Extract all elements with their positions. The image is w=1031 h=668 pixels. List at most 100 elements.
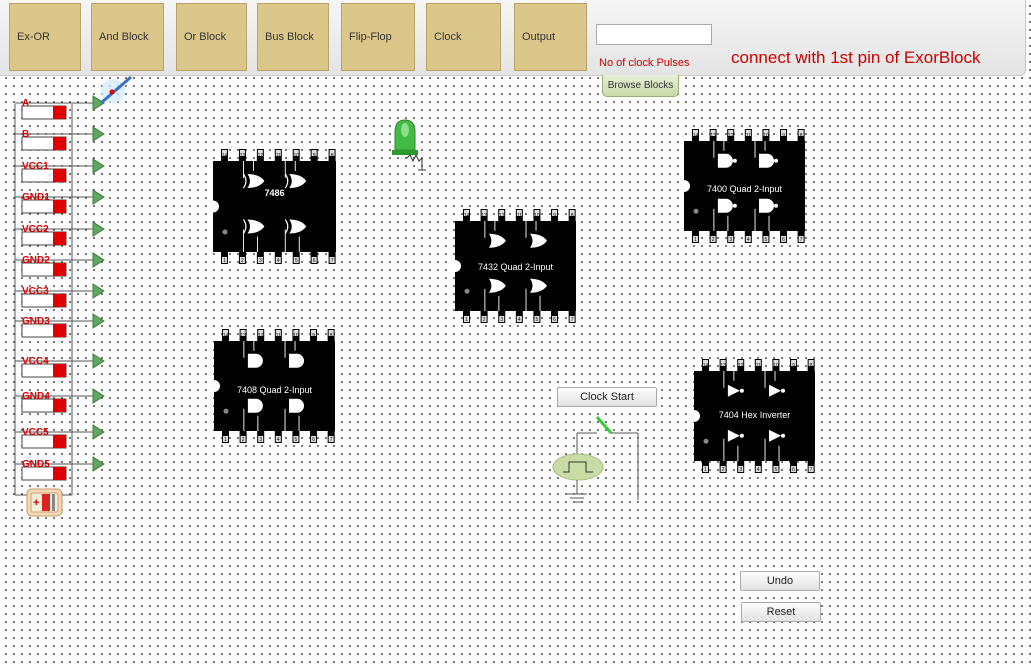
- chip-pin[interactable]: 4: [274, 431, 282, 443]
- chip-pin[interactable]: 1: [221, 252, 228, 264]
- switch-knob[interactable]: [53, 399, 66, 412]
- chip-pin[interactable]: 13: [719, 359, 727, 371]
- pin-number: 8: [331, 153, 334, 159]
- switch-knob[interactable]: [53, 364, 66, 377]
- pin-number: 14: [693, 133, 699, 139]
- chip-pin[interactable]: 7: [797, 231, 805, 243]
- chip-pin[interactable]: 13: [709, 129, 717, 141]
- chip-pin[interactable]: 12: [727, 129, 735, 141]
- switch-knob[interactable]: [53, 232, 66, 245]
- chip-pin[interactable]: 4: [744, 231, 752, 243]
- chip-pin[interactable]: 9: [551, 209, 559, 221]
- chip-pin[interactable]: 3: [727, 231, 735, 243]
- chip-pin[interactable]: 3: [498, 311, 506, 323]
- switch-knob[interactable]: [53, 263, 66, 276]
- switch-knob[interactable]: [53, 137, 66, 150]
- chip-pin[interactable]: 2: [480, 311, 488, 323]
- chip-pin[interactable]: 5: [762, 231, 770, 243]
- chip-pin[interactable]: 8: [327, 329, 335, 341]
- chip-pin[interactable]: 14: [222, 329, 229, 341]
- chip-pin[interactable]: 11: [744, 129, 752, 141]
- chip-pin[interactable]: 6: [310, 431, 318, 443]
- chip-pin[interactable]: 14: [463, 209, 470, 221]
- chip-pin[interactable]: 14: [692, 129, 699, 141]
- chip-pin[interactable]: 2: [719, 461, 727, 473]
- chip-pin[interactable]: 13: [239, 329, 247, 341]
- chip-pin[interactable]: 14: [221, 149, 228, 161]
- chip-pin[interactable]: 5: [292, 252, 300, 264]
- chip-pin[interactable]: 10: [292, 329, 300, 341]
- pin-number: 14: [464, 213, 470, 219]
- chip-pin[interactable]: 8: [807, 359, 815, 371]
- chip-pin[interactable]: 7: [807, 461, 815, 473]
- chip-pin[interactable]: 11: [274, 329, 282, 341]
- chip-pin[interactable]: 6: [790, 461, 798, 473]
- chip-pin[interactable]: 4: [515, 311, 523, 323]
- chip-pin[interactable]: 8: [568, 209, 576, 221]
- chip-pin[interactable]: 8: [328, 149, 336, 161]
- pin-number: 13: [240, 333, 246, 339]
- chip-pin[interactable]: 7: [328, 252, 336, 264]
- chip-pin[interactable]: 5: [533, 311, 541, 323]
- chip-pin[interactable]: 1: [463, 311, 470, 323]
- chip-0[interactable]: 14 1 13 2 12 3 11 4 10 5 9 6 8 7: [207, 149, 336, 264]
- undo-button[interactable]: Undo: [740, 571, 820, 591]
- chip-pin[interactable]: 10: [292, 149, 300, 161]
- chip-pin[interactable]: 3: [737, 461, 745, 473]
- chip-pin[interactable]: 10: [762, 129, 770, 141]
- clock-generator[interactable]: [552, 416, 639, 503]
- switch-knob[interactable]: [53, 169, 66, 182]
- chip-pin[interactable]: 14: [702, 359, 709, 371]
- pin-number: 13: [710, 133, 716, 139]
- switch-knob[interactable]: [53, 435, 66, 448]
- chip-pin[interactable]: 9: [780, 129, 788, 141]
- chip-pin[interactable]: 12: [257, 329, 265, 341]
- switch-knob[interactable]: [53, 200, 66, 213]
- switch-knob[interactable]: [53, 467, 66, 480]
- chip-pin[interactable]: 10: [772, 359, 780, 371]
- chip-pin[interactable]: 11: [515, 209, 523, 221]
- led-icon[interactable]: [392, 119, 426, 171]
- chip-pin[interactable]: 11: [274, 149, 282, 161]
- chip-pin[interactable]: 12: [498, 209, 506, 221]
- chip-pin[interactable]: 9: [310, 149, 318, 161]
- chip-pin[interactable]: 13: [238, 149, 246, 161]
- chip-pin[interactable]: 9: [310, 329, 318, 341]
- chip-pin[interactable]: 6: [780, 231, 788, 243]
- chip-pin[interactable]: 13: [480, 209, 488, 221]
- chip-pin[interactable]: 12: [737, 359, 745, 371]
- chip-pin[interactable]: 1: [692, 231, 699, 243]
- chip-pin[interactable]: 11: [754, 359, 762, 371]
- pin-number: 6: [312, 437, 315, 443]
- pin-number: 9: [312, 333, 315, 339]
- wire-tool-icon[interactable]: [100, 75, 132, 105]
- chip-pin[interactable]: 1: [222, 431, 229, 443]
- chip-pin[interactable]: 3: [257, 431, 265, 443]
- chip-pin[interactable]: 6: [551, 311, 559, 323]
- chip-pin[interactable]: 7: [568, 311, 576, 323]
- battery-icon[interactable]: +: [26, 488, 63, 517]
- chip-pin[interactable]: 5: [772, 461, 780, 473]
- chip-pin[interactable]: 2: [239, 431, 247, 443]
- chip-pin[interactable]: 5: [292, 431, 300, 443]
- chip-pin[interactable]: 8: [797, 129, 805, 141]
- chip-pin[interactable]: 9: [790, 359, 798, 371]
- chip-pin[interactable]: 2: [709, 231, 717, 243]
- chip-pin[interactable]: 4: [754, 461, 762, 473]
- switch-knob[interactable]: [53, 106, 66, 119]
- switch-knob[interactable]: [53, 294, 66, 307]
- chip-pin[interactable]: 1: [702, 461, 709, 473]
- chip-pin[interactable]: 10: [533, 209, 541, 221]
- pin-number: 9: [313, 153, 316, 159]
- chip-pin[interactable]: 6: [310, 252, 318, 264]
- pin-number: 10: [534, 213, 540, 219]
- chip-pin[interactable]: 12: [256, 149, 264, 161]
- chip-layer: 1411321231141059687141132123114105968714…: [207, 129, 815, 473]
- chip-pin[interactable]: 7: [327, 431, 335, 443]
- switch-knob[interactable]: [53, 324, 66, 337]
- reset-button[interactable]: Reset: [741, 602, 821, 622]
- chip-pin[interactable]: 3: [256, 252, 264, 264]
- clock-start-button[interactable]: Clock Start: [557, 387, 657, 407]
- chip-pin[interactable]: 4: [274, 252, 282, 264]
- chip-pin[interactable]: 2: [238, 252, 246, 264]
